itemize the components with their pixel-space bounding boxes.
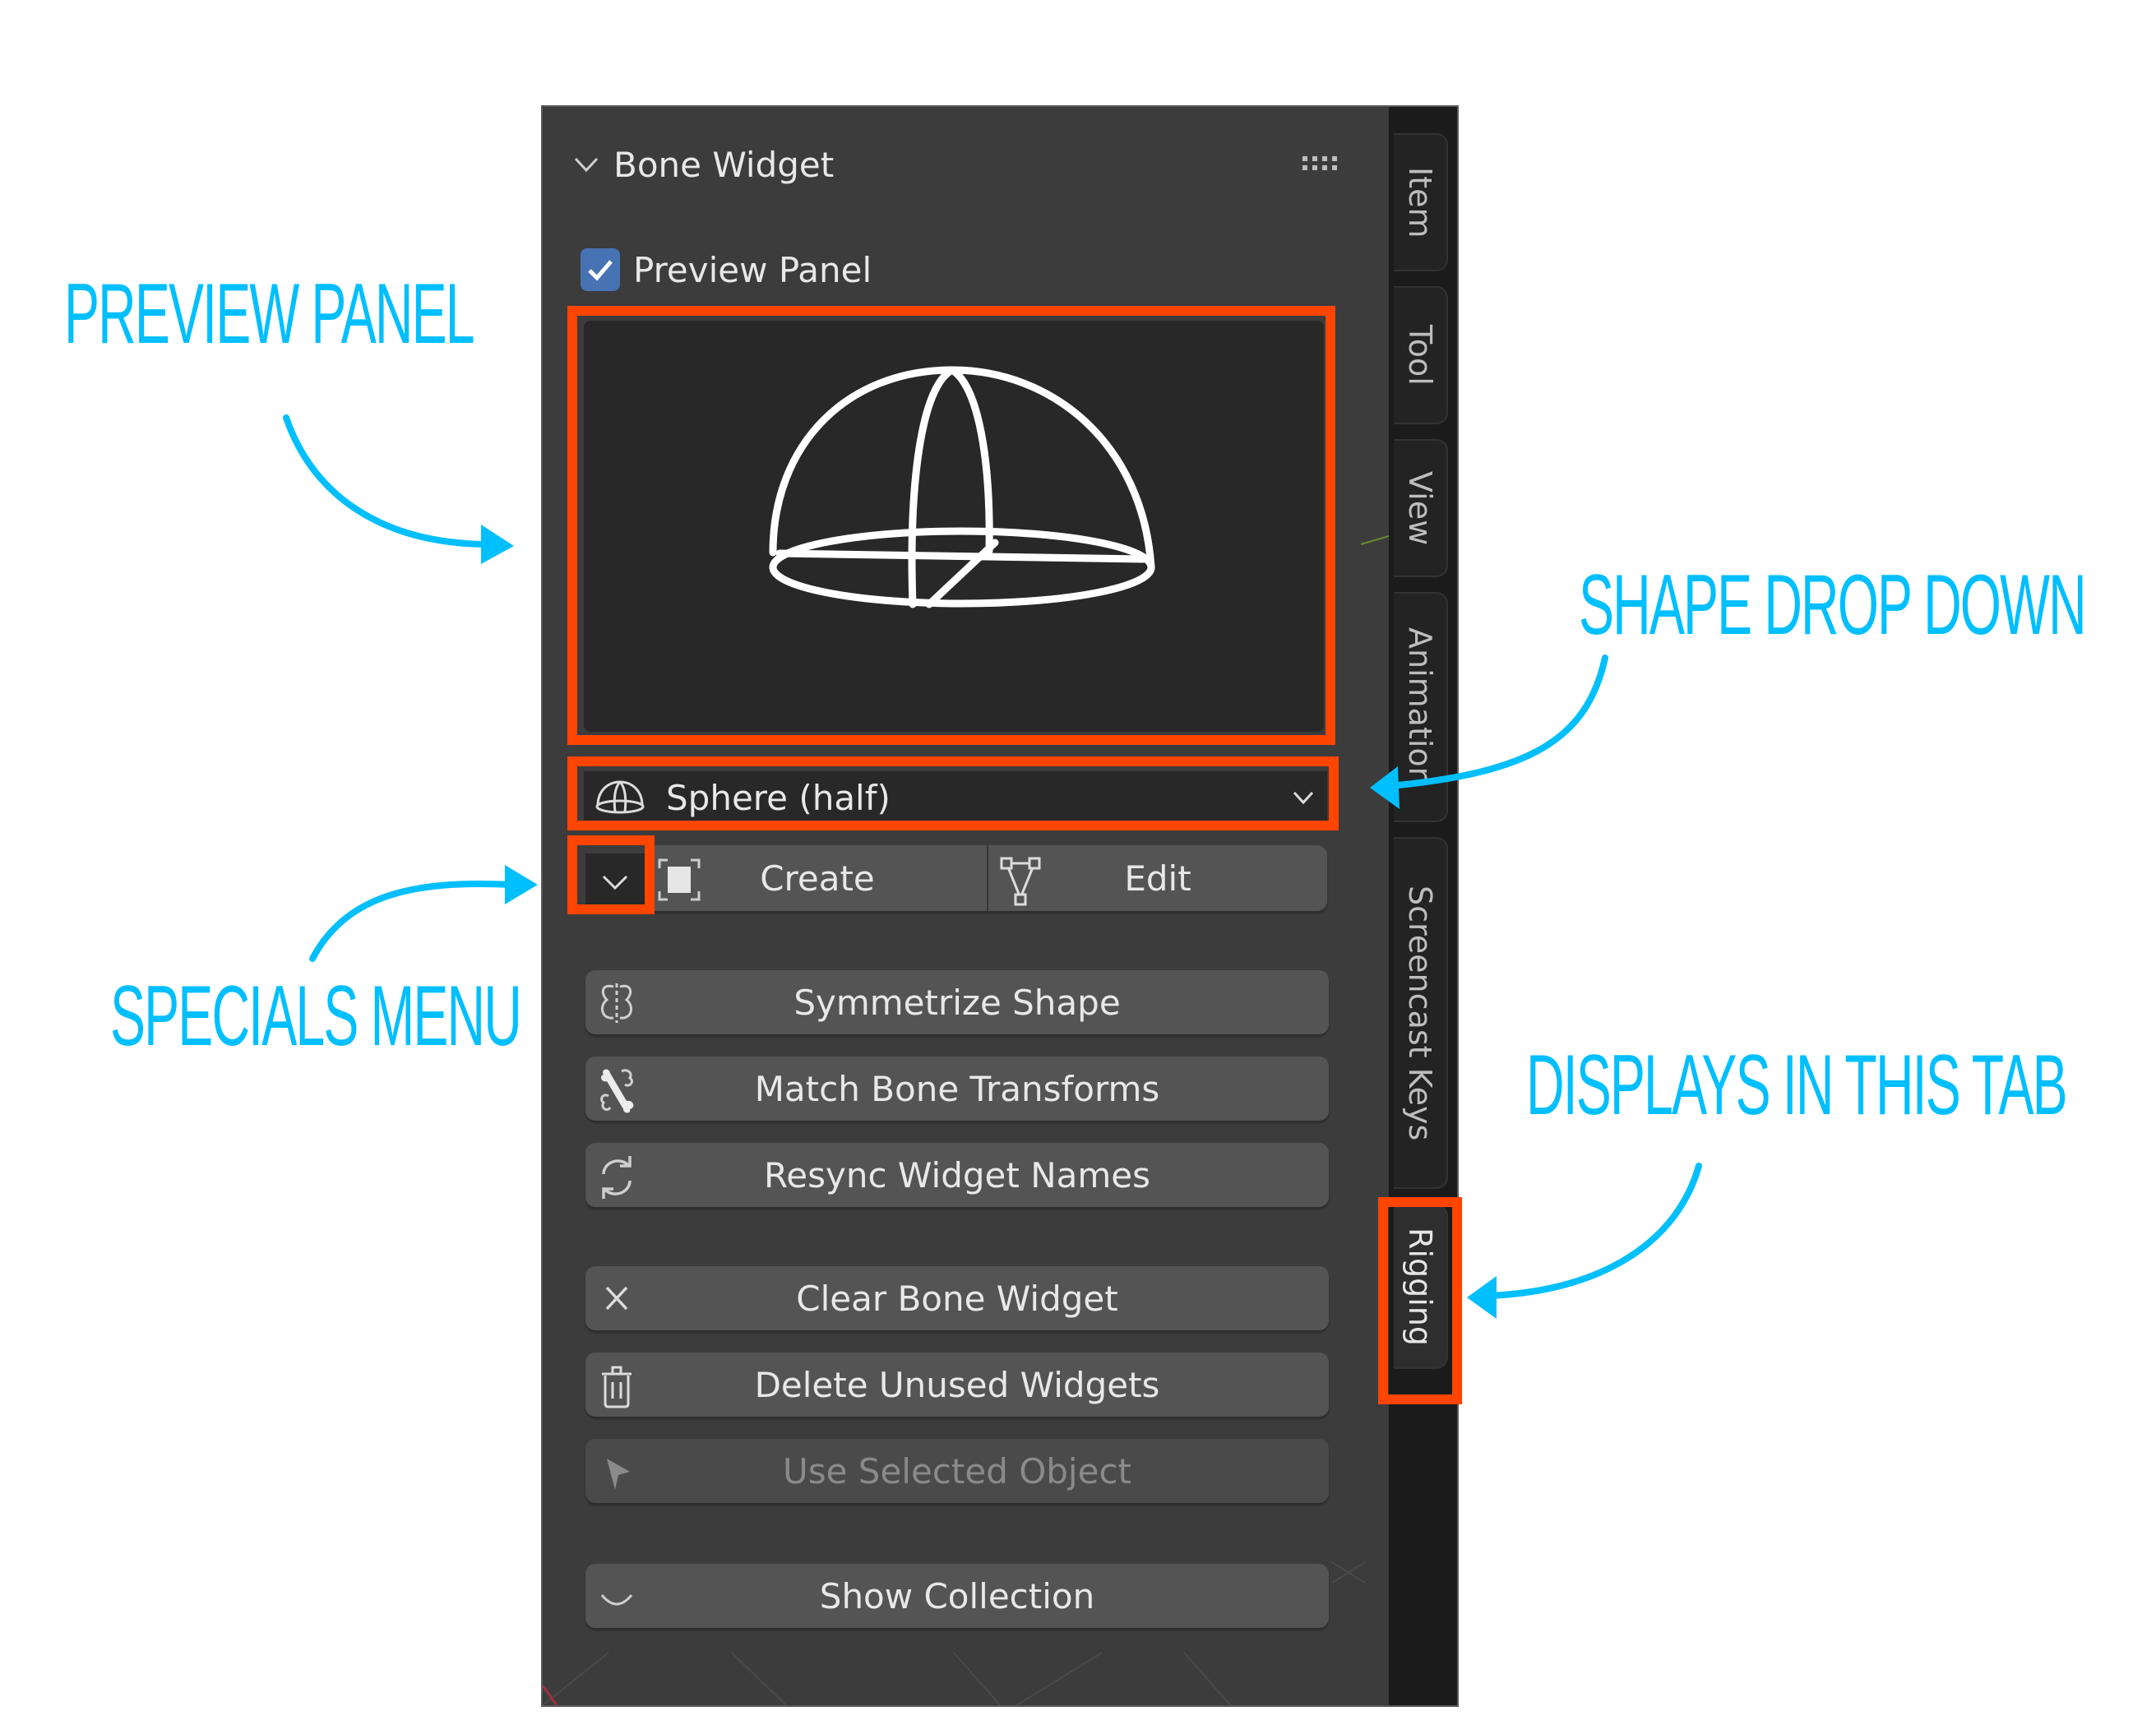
tab-animation[interactable]: Animation bbox=[1394, 592, 1448, 822]
bone-icon bbox=[600, 1069, 634, 1113]
tab-label: View bbox=[1402, 470, 1438, 546]
cursor-icon bbox=[607, 1459, 630, 1490]
show-collection-button[interactable]: Show Collection bbox=[585, 1564, 1329, 1628]
shape-dropdown-value: Sphere (half) bbox=[666, 777, 891, 818]
tab-tool[interactable]: Tool bbox=[1394, 286, 1448, 424]
sidebar-tab-bar: Item Tool View Animation Screencast Keys… bbox=[1389, 107, 1457, 1705]
resync-widget-names-button[interactable]: Resync Widget Names bbox=[585, 1143, 1329, 1207]
tab-screencast-keys[interactable]: Screencast Keys bbox=[1394, 837, 1448, 1189]
widget-preview bbox=[584, 321, 1324, 732]
arrow-specials-menu bbox=[309, 881, 513, 962]
bone-widget-sidebar: Bone Widget Preview Panel Sphere (half) … bbox=[541, 105, 1459, 1707]
vertex-edit-icon bbox=[1000, 857, 1041, 906]
tab-label: Item bbox=[1402, 166, 1438, 238]
checkmark-icon bbox=[588, 260, 613, 281]
button-label: Use Selected Object bbox=[782, 1450, 1132, 1491]
annotation-shape-drop-down: SHAPE DROP DOWN bbox=[1579, 557, 2087, 653]
button-label: Clear Bone Widget bbox=[796, 1278, 1118, 1319]
button-label: Symmetrize Shape bbox=[793, 982, 1121, 1023]
clear-bone-widget-button[interactable]: Clear Bone Widget bbox=[585, 1266, 1329, 1330]
button-label: Match Bone Transforms bbox=[754, 1068, 1160, 1109]
arrow-preview-panel bbox=[283, 414, 488, 548]
tab-view[interactable]: View bbox=[1394, 439, 1448, 577]
chevron-down-icon bbox=[1293, 791, 1314, 805]
tab-rigging[interactable]: Rigging bbox=[1394, 1205, 1448, 1369]
edit-button[interactable]: Edit bbox=[988, 845, 1327, 911]
tab-label: Screencast Keys bbox=[1402, 885, 1438, 1141]
use-selected-object-button[interactable]: Use Selected Object bbox=[585, 1439, 1329, 1503]
annotation-preview-panel: PREVIEW PANEL bbox=[64, 266, 475, 362]
create-widget-icon bbox=[658, 858, 701, 901]
refresh-icon bbox=[602, 1156, 632, 1199]
specials-menu-button[interactable] bbox=[585, 853, 645, 911]
symmetrize-shape-button[interactable]: Symmetrize Shape bbox=[585, 970, 1329, 1034]
button-label: Delete Unused Widgets bbox=[754, 1364, 1160, 1405]
chevron-down-icon bbox=[574, 157, 599, 173]
match-bone-transforms-button[interactable]: Match Bone Transforms bbox=[585, 1057, 1329, 1121]
arrow-rigging-tab bbox=[1485, 1163, 1702, 1299]
tab-label: Animation bbox=[1402, 627, 1438, 787]
tab-label: Rigging bbox=[1402, 1228, 1438, 1346]
tab-item[interactable]: Item bbox=[1394, 133, 1448, 271]
preview-panel-label: Preview Panel bbox=[633, 249, 872, 290]
arrowhead bbox=[1467, 1276, 1497, 1319]
panel-header[interactable]: Bone Widget bbox=[572, 140, 834, 189]
checkbox-checked[interactable] bbox=[581, 248, 620, 291]
annotation-specials-menu: SPECIALS MENU bbox=[110, 969, 522, 1064]
arrowhead bbox=[481, 525, 514, 564]
delete-unused-widgets-button[interactable]: Delete Unused Widgets bbox=[585, 1353, 1329, 1417]
create-edit-row: Create Edit bbox=[648, 845, 1327, 911]
grip-icon[interactable] bbox=[1302, 155, 1342, 173]
arrowhead bbox=[505, 865, 538, 904]
x-icon bbox=[605, 1286, 628, 1311]
trash-icon bbox=[602, 1366, 632, 1408]
half-sphere-icon bbox=[595, 780, 645, 814]
mirror-icon bbox=[600, 983, 633, 1023]
preview-panel-checkbox[interactable]: Preview Panel bbox=[581, 248, 872, 291]
hide-off-icon bbox=[600, 1594, 633, 1606]
create-button[interactable]: Create bbox=[648, 845, 988, 911]
annotation-displays-in-this-tab: DISPLAYS IN THIS TAB bbox=[1526, 1038, 2068, 1133]
tab-label: Tool bbox=[1402, 325, 1438, 386]
chevron-down-icon bbox=[602, 875, 628, 890]
shape-dropdown[interactable]: Sphere (half) bbox=[584, 771, 1327, 824]
button-label: Show Collection bbox=[819, 1575, 1095, 1616]
half-sphere-wireframe-icon bbox=[769, 366, 1155, 608]
button-label: Resync Widget Names bbox=[764, 1154, 1150, 1195]
panel-title: Bone Widget bbox=[613, 144, 835, 185]
